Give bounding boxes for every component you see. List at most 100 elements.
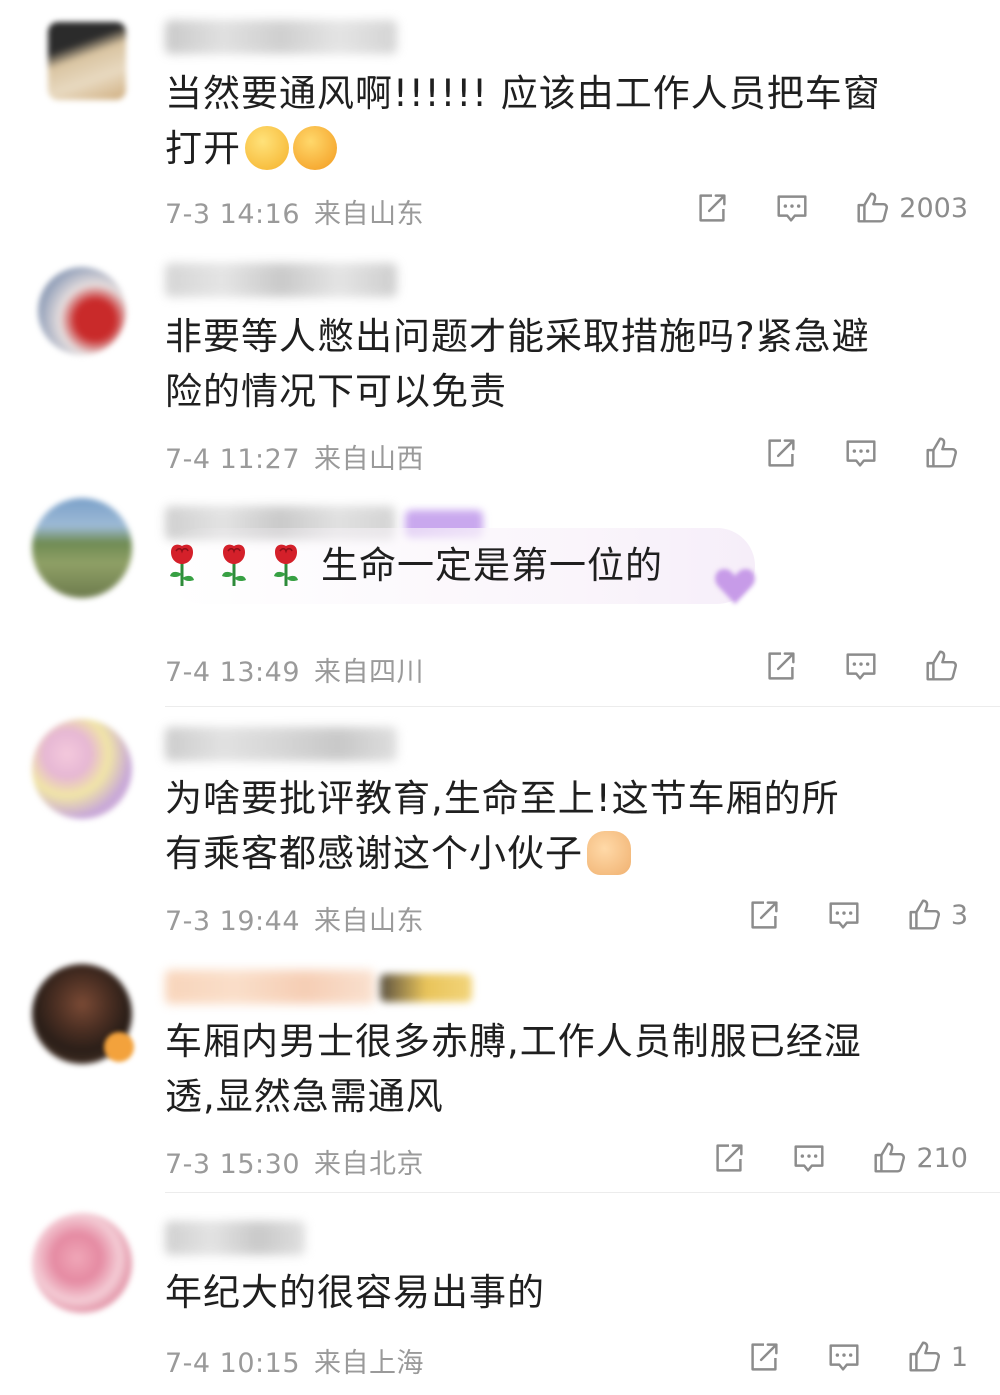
comment-date: 7-4 11:27: [165, 444, 300, 475]
share-icon: [710, 1139, 748, 1177]
comment-location: 来自山东: [314, 199, 424, 230]
reply-icon: [842, 647, 880, 685]
share-icon: [693, 189, 731, 227]
username[interactable]: [165, 970, 375, 1004]
comment-text-line: 打开: [165, 121, 968, 176]
reply-button[interactable]: [842, 434, 880, 472]
comment-item: 为啥要批评教育,生命至上!这节车厢的所 有乘客都感谢这个小伙子 7-3 19:4…: [0, 707, 1000, 952]
comment-text-line: 有乘客都感谢这个小伙子: [165, 826, 968, 881]
comment-meta: 7-4 10:15 来自上海: [165, 1341, 424, 1380]
reply-icon: [790, 1139, 828, 1177]
comment-text: 非要等人憋出问题才能采取措施吗?紧急避 险的情况下可以免责: [165, 309, 968, 419]
comment-text-line: 车厢内男士很多赤膊,工作人员制服已经湿: [165, 1020, 862, 1063]
comment-location: 来自上海: [314, 1348, 424, 1379]
comment-actions: [762, 433, 968, 473]
like-button[interactable]: [922, 434, 968, 472]
reply-icon: [825, 896, 863, 934]
comment-text-line: 当然要通风啊!!!!!! 应该由工作人员把车窗: [165, 72, 881, 115]
reply-icon: [842, 434, 880, 472]
comment-location: 来自山西: [314, 444, 424, 475]
share-button[interactable]: [745, 896, 783, 934]
share-button[interactable]: [762, 647, 800, 685]
thumbs-up-emoji: [587, 830, 631, 875]
comment-text-line-2: 有乘客都感谢这个小伙子: [165, 832, 583, 875]
rose-icon: [217, 542, 251, 588]
like-count: 210: [916, 1142, 968, 1174]
thumbs-up-icon: [905, 1338, 943, 1376]
reply-button[interactable]: [842, 647, 880, 685]
avatar[interactable]: [32, 1213, 132, 1313]
share-button[interactable]: [745, 1338, 783, 1376]
username[interactable]: [165, 263, 397, 297]
avatar[interactable]: [48, 22, 126, 100]
share-icon: [745, 1338, 783, 1376]
comment-text-line-2: 打开: [165, 127, 241, 170]
share-button[interactable]: [693, 189, 731, 227]
comment-meta: 7-3 19:44 来自山东: [165, 899, 424, 938]
rose-icon: [269, 542, 303, 588]
comment-date: 7-3 14:16: [165, 199, 300, 230]
comment-meta: 7-4 13:49 来自四川: [165, 650, 424, 689]
share-icon: [762, 647, 800, 685]
avatar[interactable]: [32, 498, 132, 598]
comment-meta: 7-3 14:16 来自山东: [165, 192, 424, 231]
comment-item: 年纪大的很容易出事的 7-4 10:15 来自上海 1: [0, 1193, 1000, 1395]
share-button[interactable]: [762, 434, 800, 472]
comment-date: 7-4 13:49: [165, 657, 300, 688]
comment-actions: 210: [710, 1138, 968, 1178]
share-button[interactable]: [710, 1139, 748, 1177]
comment-item: 非要等人憋出问题才能采取措施吗?紧急避 险的情况下可以免责 7-4 11:27 来…: [0, 245, 1000, 490]
thumbs-up-icon: [853, 189, 891, 227]
heart-decoration-icon: [715, 569, 755, 604]
comment-text-line: 透,显然急需通风: [165, 1075, 444, 1118]
comment-meta: 7-4 11:27 来自山西: [165, 437, 424, 476]
comment-date: 7-4 10:15: [165, 1348, 300, 1379]
like-button[interactable]: 1: [905, 1338, 968, 1376]
like-button[interactable]: 210: [870, 1139, 968, 1177]
share-icon: [762, 434, 800, 472]
rose-icon: [165, 542, 199, 588]
comment-item: 当然要通风啊!!!!!! 应该由工作人员把车窗 打开 7-3 14:16 来自山东…: [0, 0, 1000, 245]
comment-text-line: 生命一定是第一位的: [165, 538, 968, 593]
avatar[interactable]: [32, 719, 132, 819]
thumbs-up-icon: [922, 434, 960, 472]
reply-button[interactable]: [825, 896, 863, 934]
username[interactable]: [165, 727, 397, 761]
comment-text-line: 年纪大的很容易出事的: [165, 1271, 545, 1314]
comment-text-line-1: 生命一定是第一位的: [321, 544, 663, 587]
thumbs-up-icon: [870, 1139, 908, 1177]
comment-location: 来自北京: [314, 1149, 424, 1180]
member-badge: [380, 974, 472, 1002]
comment-actions: 3: [745, 895, 968, 935]
comment-actions: [762, 646, 968, 686]
share-icon: [745, 896, 783, 934]
grinning-squint-emoji: [245, 125, 289, 170]
avatar[interactable]: [38, 267, 126, 355]
reply-button[interactable]: [825, 1338, 863, 1376]
comment-meta: 7-3 15:30 来自北京: [165, 1142, 424, 1181]
comment-text-line: 为啥要批评教育,生命至上!这节车厢的所: [165, 777, 840, 820]
thumbs-up-icon: [905, 896, 943, 934]
reply-icon: [773, 189, 811, 227]
comment-text-line: 非要等人憋出问题才能采取措施吗?紧急避: [165, 315, 870, 358]
comment-item: 车厢内男士很多赤膊,工作人员制服已经湿 透,显然急需通风 7-3 15:30 来自…: [0, 952, 1000, 1192]
comment-actions: 2003: [693, 188, 968, 228]
crying-shouting-emoji: [293, 125, 337, 170]
comment-actions: 1: [745, 1337, 968, 1377]
comment-location: 来自山东: [314, 906, 424, 937]
reply-button[interactable]: [773, 189, 811, 227]
like-button[interactable]: 3: [905, 896, 968, 934]
username[interactable]: [165, 20, 397, 54]
reply-icon: [825, 1338, 863, 1376]
thumbs-up-icon: [922, 647, 960, 685]
like-button[interactable]: [922, 647, 968, 685]
username[interactable]: [165, 1221, 305, 1255]
like-count: 1: [950, 1341, 968, 1373]
comment-date: 7-3 19:44: [165, 906, 300, 937]
reply-button[interactable]: [790, 1139, 828, 1177]
comment-text-line: 险的情况下可以免责: [165, 370, 507, 413]
like-button[interactable]: 2003: [853, 189, 968, 227]
comment-text: 为啥要批评教育,生命至上!这节车厢的所 有乘客都感谢这个小伙子: [165, 771, 968, 881]
comment-text: 年纪大的很容易出事的: [165, 1265, 968, 1320]
comment-location: 来自四川: [314, 657, 424, 688]
